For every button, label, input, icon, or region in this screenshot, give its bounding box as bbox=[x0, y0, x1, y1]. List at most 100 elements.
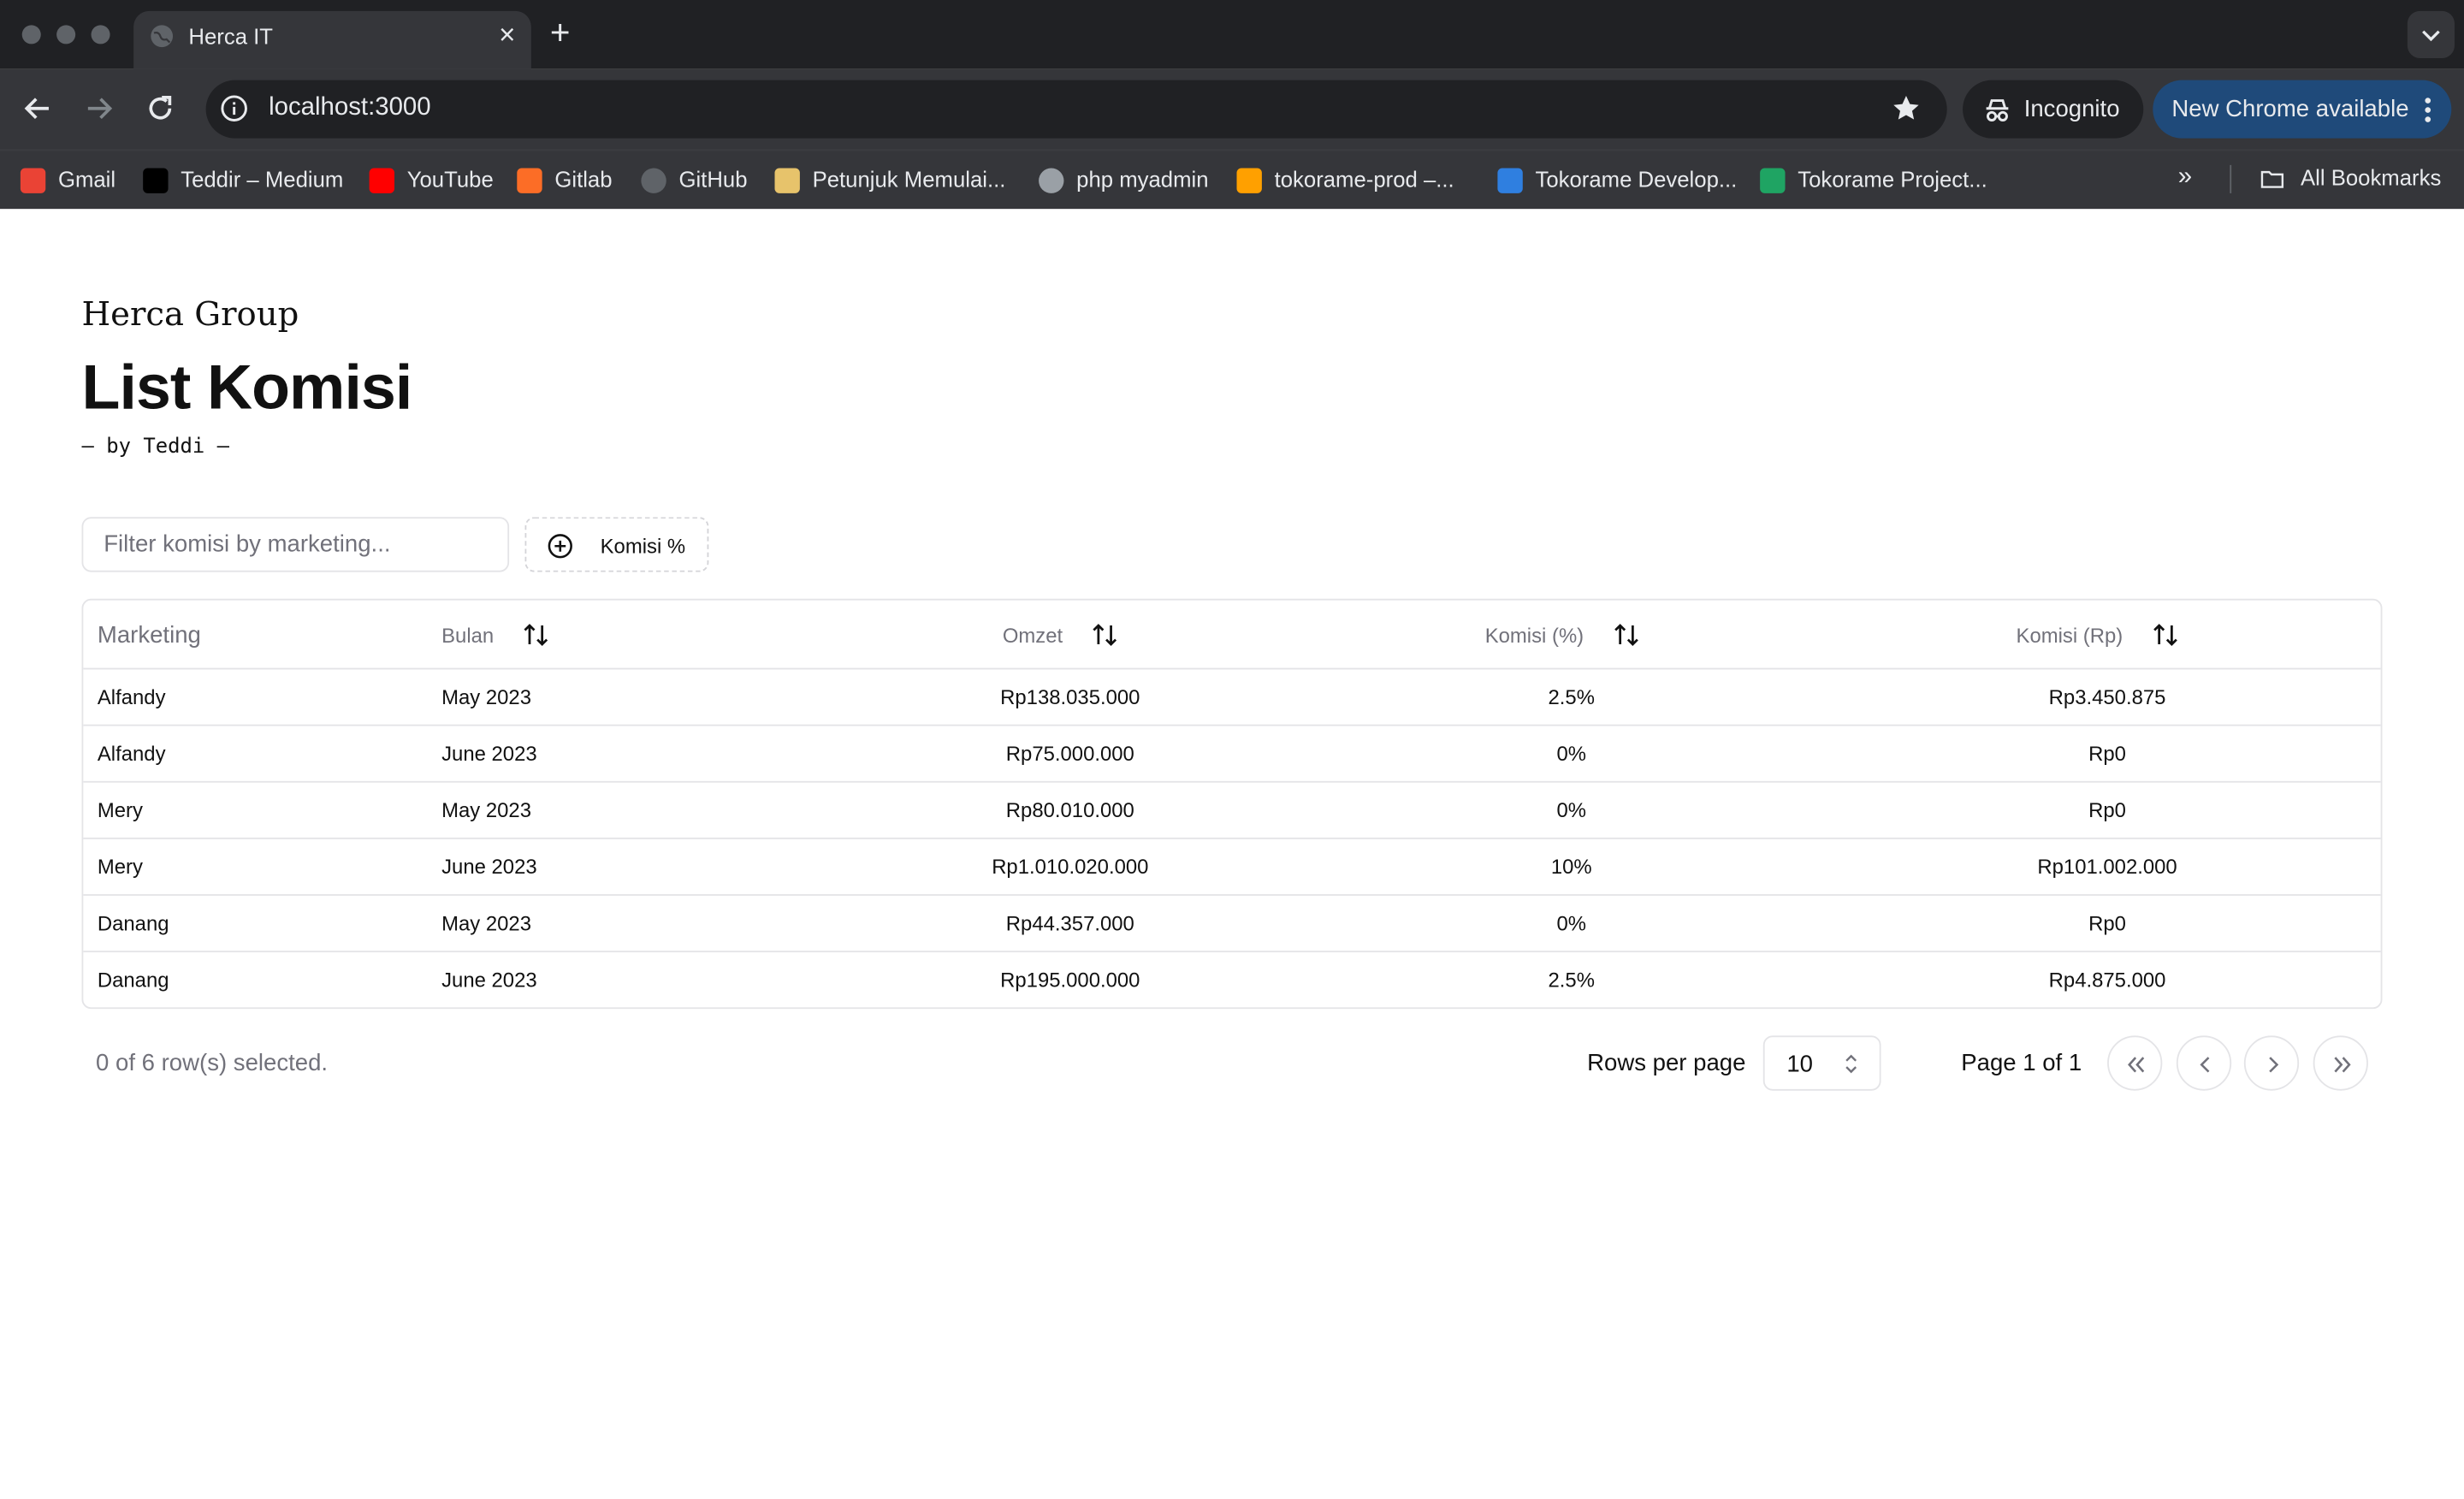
table-row[interactable]: Danang May 2023 Rp44.357.000 0% Rp0 bbox=[83, 896, 2381, 953]
more-vert-icon[interactable] bbox=[2417, 94, 2439, 126]
site-info-icon[interactable] bbox=[218, 92, 250, 124]
firebase-icon bbox=[1236, 168, 1262, 193]
cell-komisi-rp: Rp3.450.875 bbox=[2048, 684, 2166, 709]
folder-icon bbox=[2260, 170, 2284, 188]
cell-marketing: Danang bbox=[97, 911, 169, 935]
cell-marketing: Alfandy bbox=[97, 741, 166, 766]
cell-komisi-pct: 2.5% bbox=[1548, 684, 1595, 709]
column-header-komisi-rp: Komisi (Rp) bbox=[2016, 624, 2123, 648]
previous-page-button[interactable] bbox=[2176, 1035, 2232, 1091]
next-page-button[interactable] bbox=[2243, 1035, 2300, 1091]
update-chrome-button[interactable]: New Chrome available bbox=[2153, 80, 2452, 139]
url-text[interactable]: localhost:3000 bbox=[269, 94, 431, 122]
browser-tab-strip: Herca IT × + bbox=[0, 0, 2464, 69]
trello-icon bbox=[1497, 168, 1523, 193]
komisi-pct-filter-button[interactable]: Komisi % bbox=[524, 517, 709, 572]
cell-omzet: Rp1.010.020.000 bbox=[992, 855, 1149, 879]
address-bar[interactable]: localhost:3000 bbox=[205, 80, 1947, 139]
incognito-label: Incognito bbox=[2023, 96, 2120, 123]
all-bookmarks-label: All Bookmarks bbox=[2300, 164, 2442, 191]
bookmark-label: Teddir – Medium bbox=[181, 166, 344, 193]
cell-komisi-pct: 10% bbox=[1550, 855, 1592, 879]
chevron-right-icon bbox=[2269, 1057, 2279, 1073]
cell-bulan: June 2023 bbox=[441, 855, 537, 879]
cell-komisi-rp: Rp4.875.000 bbox=[2048, 968, 2166, 992]
note-icon bbox=[774, 168, 800, 193]
chevron-up-down-icon bbox=[1845, 1054, 1857, 1074]
filter-marketing-input[interactable] bbox=[83, 518, 508, 571]
bookmark-label: Gmail bbox=[57, 166, 116, 193]
sort-arrows-icon[interactable] bbox=[1089, 619, 1121, 651]
tab-search-button[interactable] bbox=[2407, 10, 2455, 58]
update-label: New Chrome available bbox=[2171, 96, 2409, 123]
cell-omzet: Rp138.035.000 bbox=[1000, 684, 1140, 709]
table-header: Marketing Bulan Omzet Komisi (%) Komisi … bbox=[83, 601, 2381, 670]
bookmark-label: php myadmin bbox=[1076, 166, 1209, 193]
tab-close-button[interactable]: × bbox=[499, 19, 515, 50]
bookmark-star-icon[interactable] bbox=[1891, 92, 1922, 124]
table-row[interactable]: Alfandy May 2023 Rp138.035.000 2.5% Rp3.450.… bbox=[83, 669, 2381, 726]
table-row[interactable]: Mery June 2023 Rp1.010.020.000 10% Rp101.002… bbox=[83, 839, 2381, 896]
medium-icon bbox=[143, 168, 169, 193]
incognito-indicator[interactable]: Incognito bbox=[1963, 80, 2144, 139]
cell-bulan: June 2023 bbox=[441, 968, 537, 992]
facet-label: Komisi % bbox=[600, 534, 686, 559]
table-row[interactable]: Danang June 2023 Rp195.000.000 2.5% Rp4.875.… bbox=[83, 952, 2380, 1007]
incognito-icon bbox=[1986, 99, 2009, 121]
globe-icon bbox=[151, 25, 174, 48]
cell-komisi-rp: Rp101.002.000 bbox=[2037, 855, 2177, 879]
cell-komisi-rp: Rp0 bbox=[2088, 911, 2126, 935]
forward-icon[interactable] bbox=[79, 88, 120, 129]
window-close-button[interactable] bbox=[21, 25, 41, 44]
cell-komisi-rp: Rp0 bbox=[2088, 798, 2126, 822]
bookmarks-bar: Gmail Teddir – Medium YouTube Gitlab GitHub P… bbox=[0, 149, 2464, 210]
table-row[interactable]: Mery May 2023 Rp80.010.000 0% Rp0 bbox=[83, 783, 2381, 839]
browser-tab[interactable]: Herca IT × bbox=[133, 10, 531, 69]
page-content: Herca Group List Komisi – by Teddi – Kom… bbox=[0, 209, 2464, 1499]
rows-per-page-select[interactable]: 10 bbox=[1762, 1035, 1881, 1091]
gmail-icon bbox=[20, 168, 46, 193]
sort-arrows-icon[interactable] bbox=[2150, 619, 2182, 651]
bookmark-label: Tokorame Project... bbox=[1798, 166, 1987, 193]
plus-circle-icon bbox=[548, 534, 572, 559]
new-tab-button[interactable]: + bbox=[550, 14, 571, 52]
cell-komisi-pct: 0% bbox=[1556, 741, 1586, 766]
column-header-marketing: Marketing bbox=[97, 622, 201, 649]
column-header-bulan: Bulan bbox=[441, 624, 495, 648]
cell-omzet: Rp44.357.000 bbox=[1005, 911, 1134, 935]
bookmark-label: YouTube bbox=[406, 166, 494, 193]
window-zoom-button[interactable] bbox=[91, 25, 110, 44]
globe-icon bbox=[1039, 168, 1064, 193]
cell-komisi-pct: 2.5% bbox=[1548, 968, 1595, 992]
cell-marketing: Mery bbox=[97, 798, 143, 822]
bookmark-label: Petunjuk Memulai... bbox=[812, 166, 1006, 193]
cell-bulan: May 2023 bbox=[441, 911, 531, 935]
browser-toolbar: localhost:3000 Incognito New Chrome avai… bbox=[0, 68, 2464, 150]
column-header-omzet: Omzet bbox=[1002, 624, 1063, 648]
cell-marketing: Alfandy bbox=[97, 684, 166, 709]
bookmark-label: Gitlab bbox=[554, 166, 613, 193]
sort-arrows-icon[interactable] bbox=[1611, 619, 1643, 651]
first-page-button[interactable] bbox=[2107, 1035, 2163, 1091]
rows-per-page-label: Rows per page bbox=[1587, 1049, 1746, 1077]
table-row[interactable]: Alfandy June 2023 Rp75.000.000 0% Rp0 bbox=[83, 726, 2381, 783]
sort-arrows-icon[interactable] bbox=[520, 619, 552, 651]
rows-per-page-value: 10 bbox=[1786, 1051, 1814, 1078]
more-bookmarks-button[interactable]: » bbox=[2178, 163, 2192, 192]
cell-marketing: Danang bbox=[97, 968, 169, 992]
cell-omzet: Rp195.000.000 bbox=[1000, 968, 1140, 992]
back-icon[interactable] bbox=[17, 88, 58, 129]
filter-marketing-field[interactable] bbox=[81, 517, 510, 572]
komisi-table: Marketing Bulan Omzet Komisi (%) Komisi … bbox=[81, 598, 2383, 1010]
cell-marketing: Mery bbox=[97, 855, 143, 879]
double-chevron-left-icon bbox=[2128, 1057, 2145, 1073]
cell-bulan: June 2023 bbox=[441, 741, 537, 766]
cell-bulan: May 2023 bbox=[441, 684, 531, 709]
selection-count: 0 of 6 row(s) selected. bbox=[96, 1049, 329, 1077]
column-header-komisi-pct: Komisi (%) bbox=[1484, 624, 1584, 648]
last-page-button[interactable] bbox=[2313, 1035, 2368, 1091]
tab-title: Herca IT bbox=[188, 23, 274, 49]
window-minimize-button[interactable] bbox=[56, 25, 76, 44]
reload-icon[interactable] bbox=[139, 88, 181, 129]
bookmark-label: Tokorame Develop... bbox=[1535, 166, 1738, 193]
